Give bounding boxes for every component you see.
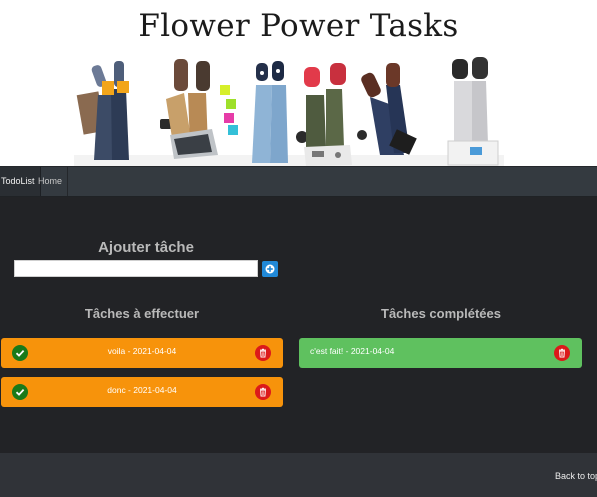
complete-task-button[interactable] xyxy=(12,384,28,400)
delete-task-button[interactable] xyxy=(255,345,271,361)
complete-task-button[interactable] xyxy=(12,345,28,361)
done-task-card: c'est fait! - 2021-04-04 xyxy=(299,338,582,368)
main-content: Ajouter tâche Tâches à effectuer Tâches … xyxy=(0,197,597,453)
task-text: c'est fait! - 2021-04-04 xyxy=(310,346,395,356)
todo-task-card: donc - 2021-04-04 xyxy=(1,377,283,407)
task-text: donc - 2021-04-04 xyxy=(107,385,177,395)
navbar: TodoList Home xyxy=(0,166,597,197)
todo-column-title: Tâches à effectuer xyxy=(84,306,200,321)
back-to-top-link[interactable]: Back to top xyxy=(555,471,597,481)
footer: Back to top xyxy=(0,453,597,497)
delete-task-button[interactable] xyxy=(255,384,271,400)
done-column-title: Tâches complétées xyxy=(381,306,501,321)
trash-icon xyxy=(260,348,266,358)
todo-task-card: voila - 2021-04-04 xyxy=(1,338,283,368)
banner-illustration xyxy=(74,57,504,166)
add-task-title: Ajouter tâche xyxy=(98,239,194,256)
add-task-button[interactable] xyxy=(262,261,278,277)
check-icon xyxy=(15,388,25,396)
plus-circle-icon xyxy=(265,264,275,274)
trash-icon xyxy=(260,387,266,397)
site-title: Flower Power Tasks xyxy=(138,8,459,44)
trash-icon xyxy=(559,348,565,358)
delete-task-button[interactable] xyxy=(554,345,570,361)
task-input[interactable] xyxy=(14,260,258,277)
header: Flower Power Tasks xyxy=(0,0,597,166)
task-text: voila - 2021-04-04 xyxy=(107,346,177,356)
check-icon xyxy=(15,349,25,357)
nav-link-home[interactable]: Home xyxy=(33,167,69,196)
